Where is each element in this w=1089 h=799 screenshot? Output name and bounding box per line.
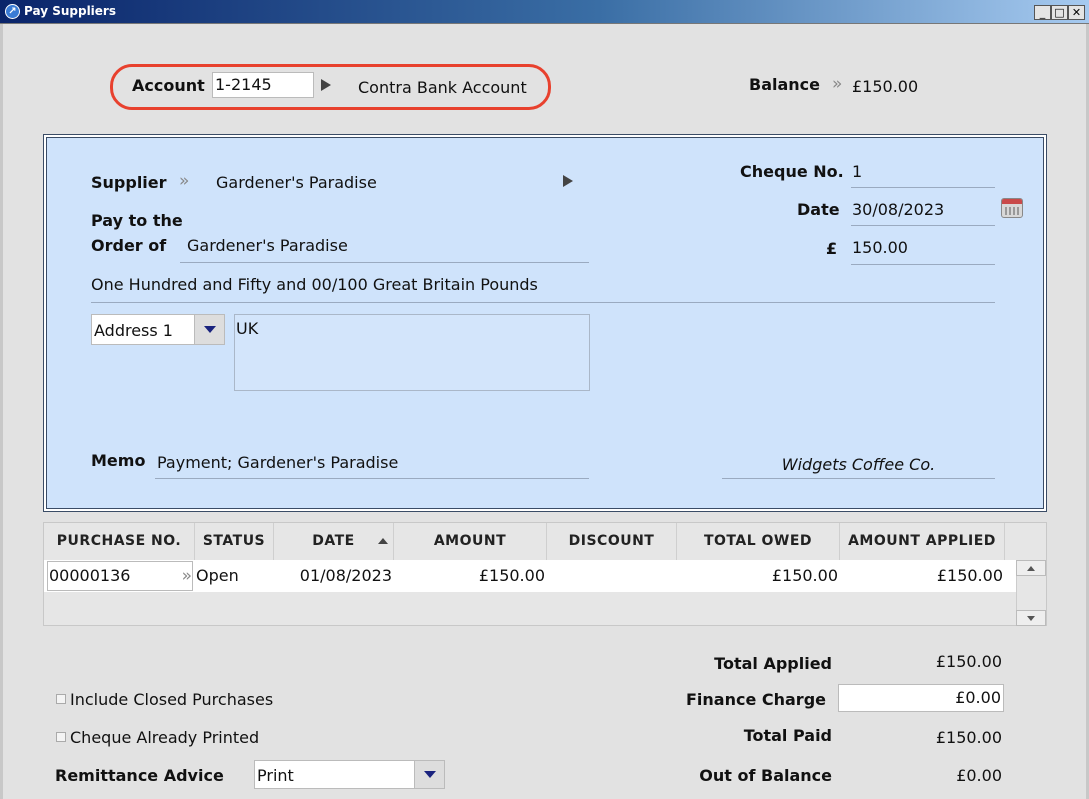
address-textarea[interactable]: UK	[234, 314, 590, 391]
window-title: Pay Suppliers	[24, 4, 116, 18]
date-label: Date	[797, 200, 840, 219]
pay-to-label-2: Order of	[91, 236, 167, 255]
account-detail-arrow-icon[interactable]	[321, 79, 331, 91]
account-name: Contra Bank Account	[358, 78, 527, 97]
date-cell: 01/08/2023	[299, 566, 392, 585]
col-date-label: DATE	[312, 533, 355, 549]
col-status[interactable]: STATUS	[195, 523, 274, 560]
col-purchase-no[interactable]: PURCHASE NO.	[44, 523, 195, 560]
supplier-label: Supplier	[91, 173, 167, 192]
pay-to-underline	[180, 262, 589, 263]
purchases-table: PURCHASE NO. STATUS DATE AMOUNT DISCOUNT…	[43, 522, 1047, 626]
chevron-down-icon	[204, 326, 216, 333]
amount-cell: £150.00	[478, 566, 545, 585]
account-input[interactable]: 1-2145	[212, 72, 314, 98]
account-label: Account	[132, 76, 205, 95]
purchase-no-value: 00000136	[49, 566, 131, 585]
col-date[interactable]: DATE	[274, 523, 394, 560]
status-cell: Open	[196, 566, 239, 585]
close-button[interactable]: ✕	[1068, 5, 1085, 20]
scroll-down-button[interactable]	[1016, 610, 1046, 626]
minimize-button[interactable]: _	[1034, 5, 1051, 20]
amount-applied-cell[interactable]: £150.00	[840, 560, 1003, 592]
total-applied-value: £150.00	[935, 652, 1002, 671]
amount-field[interactable]: 150.00	[852, 238, 908, 257]
date-field[interactable]: 30/08/2023	[852, 200, 944, 219]
balance-label: Balance	[749, 75, 820, 94]
memo-underline	[155, 478, 589, 479]
memo-label: Memo	[91, 451, 146, 470]
supplier-detail-arrow-icon[interactable]	[563, 175, 573, 187]
memo-field[interactable]: Payment; Gardener's Paradise	[157, 453, 398, 472]
address-dropdown-button[interactable]	[194, 315, 224, 344]
company-name: Widgets Coffee Co.	[781, 455, 936, 474]
amount-underline	[851, 264, 995, 265]
amount-in-words: One Hundred and Fifty and 00/100 Great B…	[91, 275, 538, 294]
balance-value: £150.00	[852, 77, 919, 96]
supplier-chevron-icon[interactable]: »	[179, 171, 190, 191]
address-select[interactable]: Address 1	[91, 314, 225, 345]
scrollbar-track[interactable]	[1016, 576, 1046, 611]
total-paid-label: Total Paid	[743, 726, 832, 745]
cheque-printed-checkbox[interactable]	[56, 732, 66, 742]
finance-charge-input[interactable]: £0.00	[838, 684, 1004, 712]
app-icon: ↗	[5, 4, 20, 19]
date-underline	[851, 225, 995, 226]
address-text: UK	[236, 319, 259, 338]
address-select-value: Address 1	[94, 321, 173, 340]
remittance-dropdown-button[interactable]	[414, 761, 444, 788]
total-applied-label: Total Applied	[714, 654, 832, 673]
sort-ascending-icon	[378, 538, 388, 544]
col-amount-applied[interactable]: AMOUNT APPLIED	[840, 523, 1005, 560]
pay-to-label-1: Pay to the	[91, 211, 183, 230]
remittance-select[interactable]: Print	[254, 760, 445, 789]
discount-cell[interactable]	[547, 560, 675, 592]
chevron-down-icon	[424, 771, 436, 778]
cheque-printed-label: Cheque Already Printed	[70, 728, 260, 747]
supplier-field[interactable]: Gardener's Paradise	[216, 173, 377, 192]
col-discount[interactable]: DISCOUNT	[547, 523, 677, 560]
finance-charge-label: Finance Charge	[685, 690, 826, 709]
total-paid-value: £150.00	[935, 728, 1002, 747]
calendar-icon[interactable]	[1001, 198, 1023, 218]
pay-to-field[interactable]: Gardener's Paradise	[187, 236, 348, 255]
currency-label: £	[826, 239, 838, 258]
include-closed-label: Include Closed Purchases	[70, 690, 274, 709]
cheque-no-underline	[851, 187, 995, 188]
out-of-balance-value: £0.00	[956, 766, 1002, 785]
col-amount[interactable]: AMOUNT	[394, 523, 547, 560]
scroll-up-button[interactable]	[1016, 560, 1046, 576]
remittance-label: Remittance Advice	[55, 766, 224, 785]
include-closed-checkbox[interactable]	[56, 694, 66, 704]
cheque-no-label: Cheque No.	[740, 162, 844, 181]
purchase-chevron-icon[interactable]: »	[182, 562, 193, 590]
cheque-no-field[interactable]: 1	[852, 162, 862, 181]
balance-chevron-icon: »	[832, 74, 843, 94]
total-owed-cell: £150.00	[771, 566, 838, 585]
purchase-no-cell[interactable]: 00000136 »	[47, 561, 193, 591]
table-row[interactable]: 00000136 » Open 01/08/2023 £150.00 £150.…	[44, 560, 1018, 592]
amount-words-underline	[91, 302, 995, 303]
col-total-owed[interactable]: TOTAL OWED	[677, 523, 840, 560]
out-of-balance-label: Out of Balance	[699, 766, 832, 785]
remittance-select-value: Print	[257, 766, 294, 785]
title-bar: ↗ Pay Suppliers _ □ ✕	[0, 0, 1089, 24]
company-underline	[722, 478, 995, 479]
maximize-button[interactable]: □	[1051, 5, 1068, 20]
